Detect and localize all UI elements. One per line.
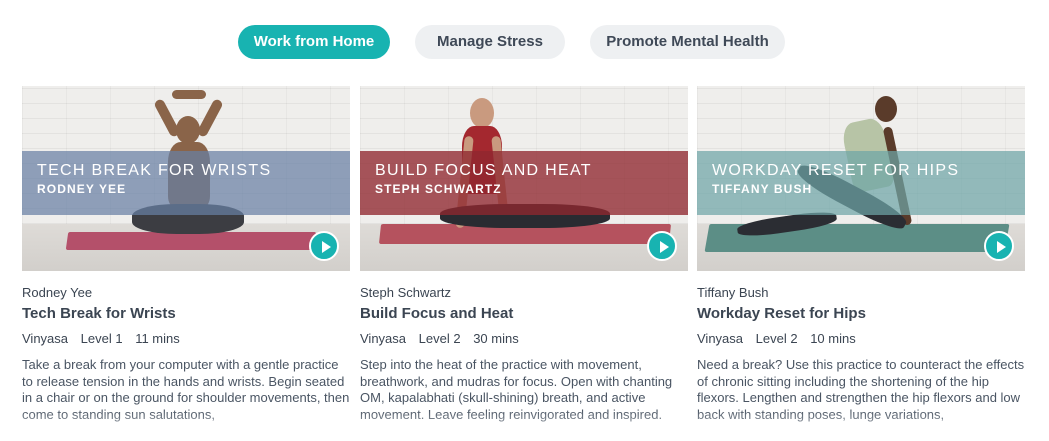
play-button[interactable]: [309, 231, 339, 261]
level-label: Level 2: [755, 331, 798, 346]
video-meta: Vinyasa Level 2 10 mins: [697, 331, 865, 346]
tab-manage-stress[interactable]: Manage Stress: [415, 25, 565, 59]
yoga-mat: [65, 232, 317, 250]
video-title[interactable]: Tech Break for Wrists: [22, 305, 176, 322]
overlay-teacher: STEPH SCHWARTZ: [375, 182, 502, 196]
title-overlay: BUILD FOCUS AND HEAT STEPH SCHWARTZ: [360, 151, 688, 215]
play-icon: [997, 241, 1006, 253]
video-thumbnail[interactable]: WORKDAY RESET FOR HIPS TIFFANY BUSH: [697, 86, 1025, 271]
play-icon: [322, 241, 331, 253]
duration-label: 11 mins: [135, 331, 180, 346]
overlay-teacher: TIFFANY BUSH: [712, 182, 813, 196]
video-meta: Vinyasa Level 2 30 mins: [360, 331, 528, 346]
teacher-name: Tiffany Bush: [697, 285, 769, 300]
duration-label: 10 mins: [810, 331, 856, 346]
video-card[interactable]: WORKDAY RESET FOR HIPS TIFFANY BUSH Tiff…: [697, 86, 1025, 422]
title-overlay: TECH BREAK FOR WRISTS RODNEY YEE: [22, 151, 350, 215]
video-meta: Vinyasa Level 1 11 mins: [22, 331, 189, 346]
tab-work-from-home[interactable]: Work from Home: [238, 25, 390, 59]
video-title[interactable]: Workday Reset for Hips: [697, 305, 866, 322]
duration-label: 30 mins: [473, 331, 519, 346]
bottom-fade: [0, 410, 1049, 441]
video-title[interactable]: Build Focus and Heat: [360, 305, 513, 322]
teacher-name: Rodney Yee: [22, 285, 93, 300]
video-thumbnail[interactable]: TECH BREAK FOR WRISTS RODNEY YEE: [22, 86, 350, 271]
style-label: Vinyasa: [22, 331, 69, 346]
style-label: Vinyasa: [360, 331, 407, 346]
overlay-title: TECH BREAK FOR WRISTS: [37, 162, 272, 179]
tab-promote-mental-health[interactable]: Promote Mental Health: [590, 25, 785, 59]
category-tabs: Work from Home Manage Stress Promote Men…: [0, 25, 1049, 59]
teacher-name: Steph Schwartz: [360, 285, 452, 300]
video-card[interactable]: TECH BREAK FOR WRISTS RODNEY YEE Rodney …: [22, 86, 350, 422]
overlay-title: BUILD FOCUS AND HEAT: [375, 162, 592, 179]
play-button[interactable]: [647, 231, 677, 261]
overlay-title: WORKDAY RESET FOR HIPS: [712, 162, 960, 179]
play-button[interactable]: [984, 231, 1014, 261]
video-card[interactable]: BUILD FOCUS AND HEAT STEPH SCHWARTZ Step…: [360, 86, 688, 422]
video-thumbnail[interactable]: BUILD FOCUS AND HEAT STEPH SCHWARTZ: [360, 86, 688, 271]
overlay-teacher: RODNEY YEE: [37, 182, 127, 196]
title-overlay: WORKDAY RESET FOR HIPS TIFFANY BUSH: [697, 151, 1025, 215]
level-label: Level 1: [80, 331, 123, 346]
level-label: Level 2: [418, 331, 461, 346]
style-label: Vinyasa: [697, 331, 744, 346]
play-icon: [660, 241, 669, 253]
